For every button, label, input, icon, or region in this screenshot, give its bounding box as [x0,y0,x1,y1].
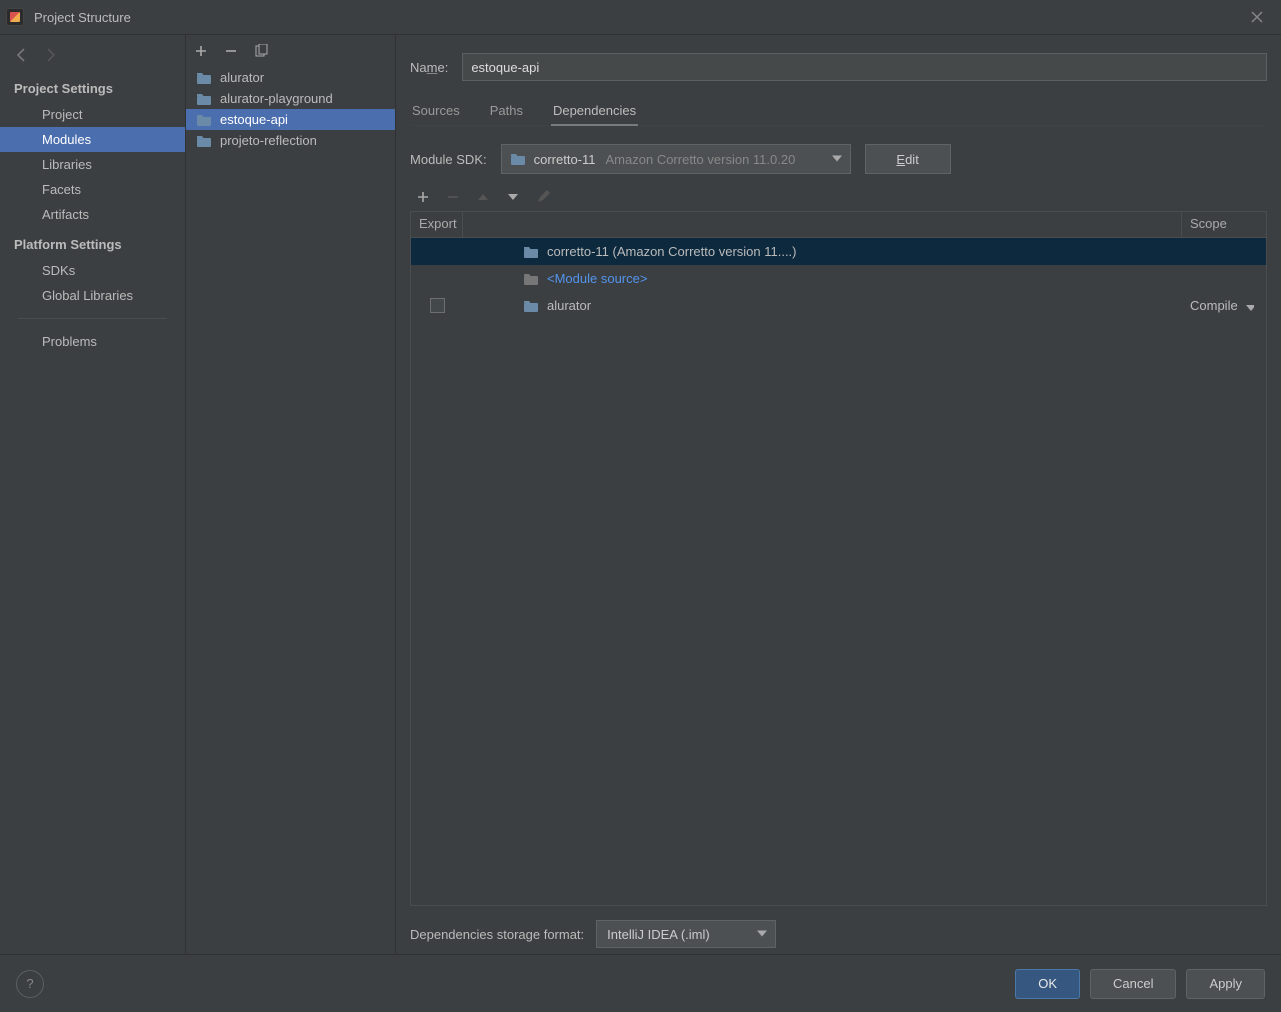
chevron-down-icon [830,152,842,167]
dependency-toolbar [410,186,1267,211]
dep-col-name [463,212,1182,237]
module-sdk-label: Module SDK: [410,152,487,167]
sdk-name: corretto-11 [534,152,596,167]
chevron-down-icon [1244,301,1254,311]
chevron-down-icon [755,927,767,942]
dep-label: alurator [547,298,591,313]
cancel-button[interactable]: Cancel [1090,969,1176,999]
module-folder-icon [196,71,212,85]
module-item-alurator-playground[interactable]: alurator-playground [186,88,395,109]
module-sdk-select[interactable]: corretto-11 Amazon Corretto version 11.0… [501,144,851,174]
nav-item-libraries[interactable]: Libraries [0,152,185,177]
dep-col-export: Export [411,212,463,237]
module-item-alurator[interactable]: alurator [186,67,395,88]
module-add-button[interactable] [194,44,208,58]
source-folder-icon [523,272,539,286]
dep-row-module-source[interactable]: <Module source> [411,265,1266,292]
tab-dependencies[interactable]: Dependencies [551,97,638,126]
module-label: estoque-api [220,112,288,127]
nav-item-global-libraries[interactable]: Global Libraries [0,283,185,308]
dep-label: <Module source> [547,271,647,286]
nav-back-button[interactable] [14,47,32,63]
module-folder-icon [196,92,212,106]
module-copy-button[interactable] [254,44,268,58]
module-detail-panel: Name: Sources Paths Dependencies Module … [396,35,1281,954]
nav-item-problems[interactable]: Problems [0,329,185,354]
settings-nav: Project Settings Project Modules Librari… [0,35,186,954]
tab-paths[interactable]: Paths [488,97,525,125]
dep-edit-button[interactable] [536,190,550,207]
dep-export-checkbox[interactable] [430,298,445,313]
nav-section-platform-settings: Platform Settings [0,227,185,258]
sdk-folder-icon [510,152,526,166]
sdk-detail: Amazon Corretto version 11.0.20 [606,152,796,167]
title-bar: Project Structure [0,0,1281,34]
module-label: alurator [220,70,264,85]
nav-item-sdks[interactable]: SDKs [0,258,185,283]
dep-col-scope: Scope [1182,212,1266,237]
tab-sources[interactable]: Sources [410,97,462,125]
window-close-button[interactable] [1241,1,1273,33]
storage-format-label: Dependencies storage format: [410,927,584,942]
nav-item-facets[interactable]: Facets [0,177,185,202]
storage-format-select[interactable]: IntelliJ IDEA (.iml) [596,920,776,948]
dependency-table: Export Scope corretto-11 (Amazon Corrett… [410,211,1267,906]
module-item-estoque-api[interactable]: estoque-api [186,109,395,130]
module-folder-icon [196,113,212,127]
module-label: projeto-reflection [220,133,317,148]
dep-row-sdk[interactable]: corretto-11 (Amazon Corretto version 11.… [411,238,1266,265]
nav-item-modules[interactable]: Modules [0,127,185,152]
dep-row-module-alurator[interactable]: alurator Compile [411,292,1266,319]
dep-moveup-button[interactable] [476,190,490,207]
dep-movedown-button[interactable] [506,190,520,207]
sdk-folder-icon [523,245,539,259]
help-button[interactable]: ? [16,970,44,998]
module-remove-button[interactable] [224,44,238,58]
dep-label: corretto-11 (Amazon Corretto version 11.… [547,244,797,259]
module-folder-icon [523,299,539,313]
module-tabs: Sources Paths Dependencies [410,97,1267,126]
dep-scope-value: Compile [1190,298,1238,313]
ok-button[interactable]: OK [1015,969,1080,999]
sdk-edit-button[interactable]: Edit [865,144,951,174]
app-icon [6,8,24,26]
nav-forward-button[interactable] [44,47,62,63]
dep-add-button[interactable] [416,190,430,207]
nav-item-project[interactable]: Project [0,102,185,127]
nav-section-project-settings: Project Settings [0,71,185,102]
module-item-projeto-reflection[interactable]: projeto-reflection [186,130,395,151]
module-label: alurator-playground [220,91,333,106]
window-title: Project Structure [34,10,131,25]
storage-format-value: IntelliJ IDEA (.iml) [607,927,710,942]
module-list-panel: alurator alurator-playground estoque-api… [186,35,396,954]
dialog-footer: ? OK Cancel Apply [0,954,1281,1012]
nav-item-artifacts[interactable]: Artifacts [0,202,185,227]
apply-button[interactable]: Apply [1186,969,1265,999]
module-name-input[interactable] [462,53,1267,81]
name-label: Name: [410,60,448,75]
module-folder-icon [196,134,212,148]
dep-remove-button[interactable] [446,190,460,207]
